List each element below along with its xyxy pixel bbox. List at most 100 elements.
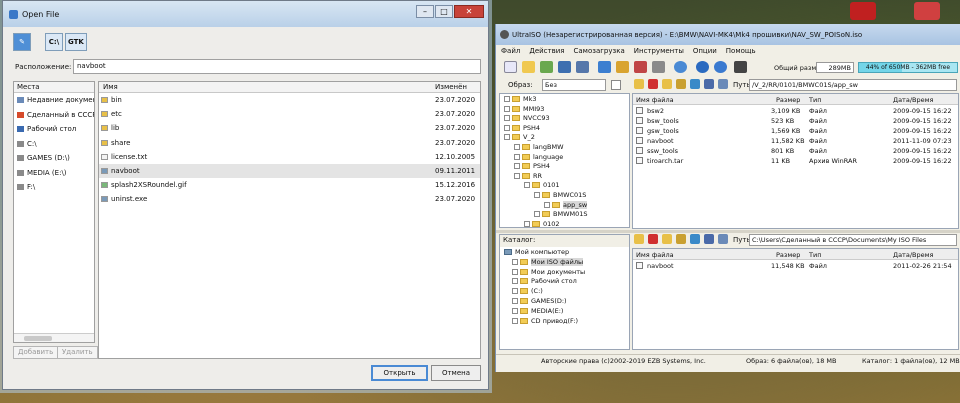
path-button-gtk[interactable]: GTK: [65, 33, 87, 51]
menu-file[interactable]: Файл: [501, 47, 520, 55]
places-header[interactable]: Места: [14, 82, 94, 93]
column-modified-header[interactable]: Изменён: [435, 83, 467, 91]
col-filename[interactable]: Имя файла: [636, 251, 674, 259]
file-row[interactable]: license.txt 12.10.2005: [99, 150, 480, 164]
maximize-button[interactable]: □: [435, 5, 453, 18]
col-type[interactable]: Тип: [809, 96, 821, 104]
menu-help[interactable]: Помощь: [726, 47, 756, 55]
pencil-icon[interactable]: ✎: [13, 33, 31, 51]
places-scrollbar[interactable]: [14, 333, 94, 342]
boot-properties-icon[interactable]: [611, 80, 621, 90]
up-folder-icon[interactable]: [634, 234, 644, 244]
col-type[interactable]: Тип: [809, 251, 821, 259]
capacity-gauge[interactable]: 44% of 650MB - 362MB free: [858, 62, 958, 73]
expand-icon[interactable]: [514, 172, 520, 179]
tree-node[interactable]: RR: [514, 171, 542, 181]
place-item[interactable]: C:\: [14, 137, 94, 152]
file-row[interactable]: uninst.exe 23.07.2020: [99, 192, 480, 206]
tree-node[interactable]: PSH4: [514, 161, 550, 171]
tree-node[interactable]: langBMW: [514, 142, 564, 152]
expand-icon[interactable]: [504, 96, 510, 102]
expand-icon[interactable]: [504, 105, 510, 112]
expand-icon[interactable]: [512, 298, 518, 304]
up-folder-icon[interactable]: [634, 79, 644, 89]
tree-node[interactable]: 0101: [524, 180, 560, 190]
expand-icon[interactable]: [512, 268, 518, 275]
menu-tools[interactable]: Инструменты: [634, 47, 684, 55]
extract-icon[interactable]: [540, 61, 553, 73]
remove-place-button[interactable]: Удалить: [57, 346, 98, 359]
place-item[interactable]: MEDIA (E:\): [14, 166, 94, 181]
catalog-node[interactable]: Мой компьютер: [504, 247, 569, 257]
path-button-root[interactable]: C:\: [45, 33, 63, 51]
file-row[interactable]: navboot 09.11.2011: [99, 163, 480, 179]
expand-icon[interactable]: [514, 144, 520, 150]
expand-icon[interactable]: [504, 124, 510, 131]
menu-bootable[interactable]: Самозагрузка: [573, 47, 624, 55]
help-icon[interactable]: [714, 61, 727, 73]
tree-node[interactable]: NVCC93: [504, 113, 550, 123]
expand-icon[interactable]: [512, 278, 518, 285]
col-size[interactable]: Размер: [776, 96, 800, 104]
menu-options[interactable]: Опции: [693, 47, 717, 55]
expand-icon[interactable]: [524, 220, 530, 227]
catalog-node[interactable]: Рабочий стол: [512, 276, 577, 286]
place-item[interactable]: Недавние документ: [14, 93, 94, 108]
catalog-node[interactable]: GAMES(D:): [512, 296, 567, 306]
iso-file-row[interactable]: navboot 11,548 KB Файл 2011-02-26 21:54: [633, 260, 958, 270]
save-as-icon[interactable]: [576, 61, 589, 73]
add-icon[interactable]: [676, 234, 686, 244]
col-date[interactable]: Дата/Время: [893, 251, 933, 259]
new-folder-icon[interactable]: [662, 79, 672, 89]
tree-node[interactable]: MMI93: [504, 104, 544, 114]
iso-file-row[interactable]: bsw_tools 523 KB Файл 2009-09-15 16:22: [633, 115, 958, 125]
tree-node[interactable]: 0102: [524, 219, 560, 227]
expand-icon[interactable]: [504, 115, 510, 122]
new-folder-icon[interactable]: [662, 234, 672, 244]
refresh-icon[interactable]: [690, 234, 700, 244]
col-size[interactable]: Размер: [776, 251, 800, 259]
iso-file-row[interactable]: tiroarch.tar 11 KB Архив WinRAR 2009-09-15 …: [633, 155, 958, 165]
tree-node[interactable]: Mk3: [504, 94, 537, 104]
col-filename[interactable]: Имя файла: [636, 96, 674, 104]
column-name-header[interactable]: Имя: [103, 83, 118, 91]
cancel-button[interactable]: Отмена: [431, 365, 481, 381]
refresh-icon[interactable]: [690, 79, 700, 89]
expand-icon[interactable]: [504, 134, 510, 141]
minimize-button[interactable]: –: [416, 5, 434, 18]
file-row[interactable]: bin 23.07.2020: [99, 93, 480, 107]
iso-path-field[interactable]: /V_2/RR/0101/BMWC01S/app_sw: [749, 79, 957, 91]
file-row[interactable]: splash2XSRoundel.gif 15.12.2016: [99, 178, 480, 192]
tree-node[interactable]: BMWC01S: [534, 190, 586, 200]
add-icon[interactable]: [676, 79, 686, 89]
settings-icon[interactable]: [704, 79, 714, 89]
expand-icon[interactable]: [514, 153, 520, 160]
image-boot-field[interactable]: Без самозагрузки: [542, 79, 606, 99]
virtual-drive-icon[interactable]: [652, 61, 665, 73]
properties-icon[interactable]: [674, 61, 687, 73]
tree-node[interactable]: language: [514, 152, 563, 162]
view-icon[interactable]: [718, 79, 728, 89]
desktop-shortcut-icon[interactable]: [914, 2, 940, 20]
save-icon[interactable]: [558, 61, 571, 73]
place-item[interactable]: GAMES (D:\): [14, 151, 94, 166]
expand-icon[interactable]: [534, 211, 540, 218]
delete-icon[interactable]: [648, 79, 658, 89]
view-icon[interactable]: [718, 234, 728, 244]
place-item[interactable]: Сделанный в СССР: [14, 108, 94, 123]
info-icon[interactable]: [696, 61, 709, 73]
expand-icon[interactable]: [512, 288, 518, 295]
catalog-node[interactable]: Мои документы: [512, 267, 585, 277]
open-button[interactable]: Открыть: [371, 365, 428, 381]
tree-node[interactable]: BMWM01S: [534, 209, 588, 219]
expand-icon[interactable]: [544, 201, 550, 208]
mount-icon[interactable]: [598, 61, 611, 73]
expand-icon[interactable]: [514, 163, 520, 170]
file-row[interactable]: lib 23.07.2020: [99, 121, 480, 135]
exit-icon[interactable]: [734, 61, 747, 73]
tree-node[interactable]: V_2: [504, 132, 535, 142]
open-folder-icon[interactable]: [522, 61, 535, 73]
new-icon[interactable]: [504, 61, 517, 73]
catalog-node[interactable]: CD привод(F:): [512, 316, 578, 326]
catalog-node[interactable]: Мои ISO файлы: [512, 257, 584, 267]
